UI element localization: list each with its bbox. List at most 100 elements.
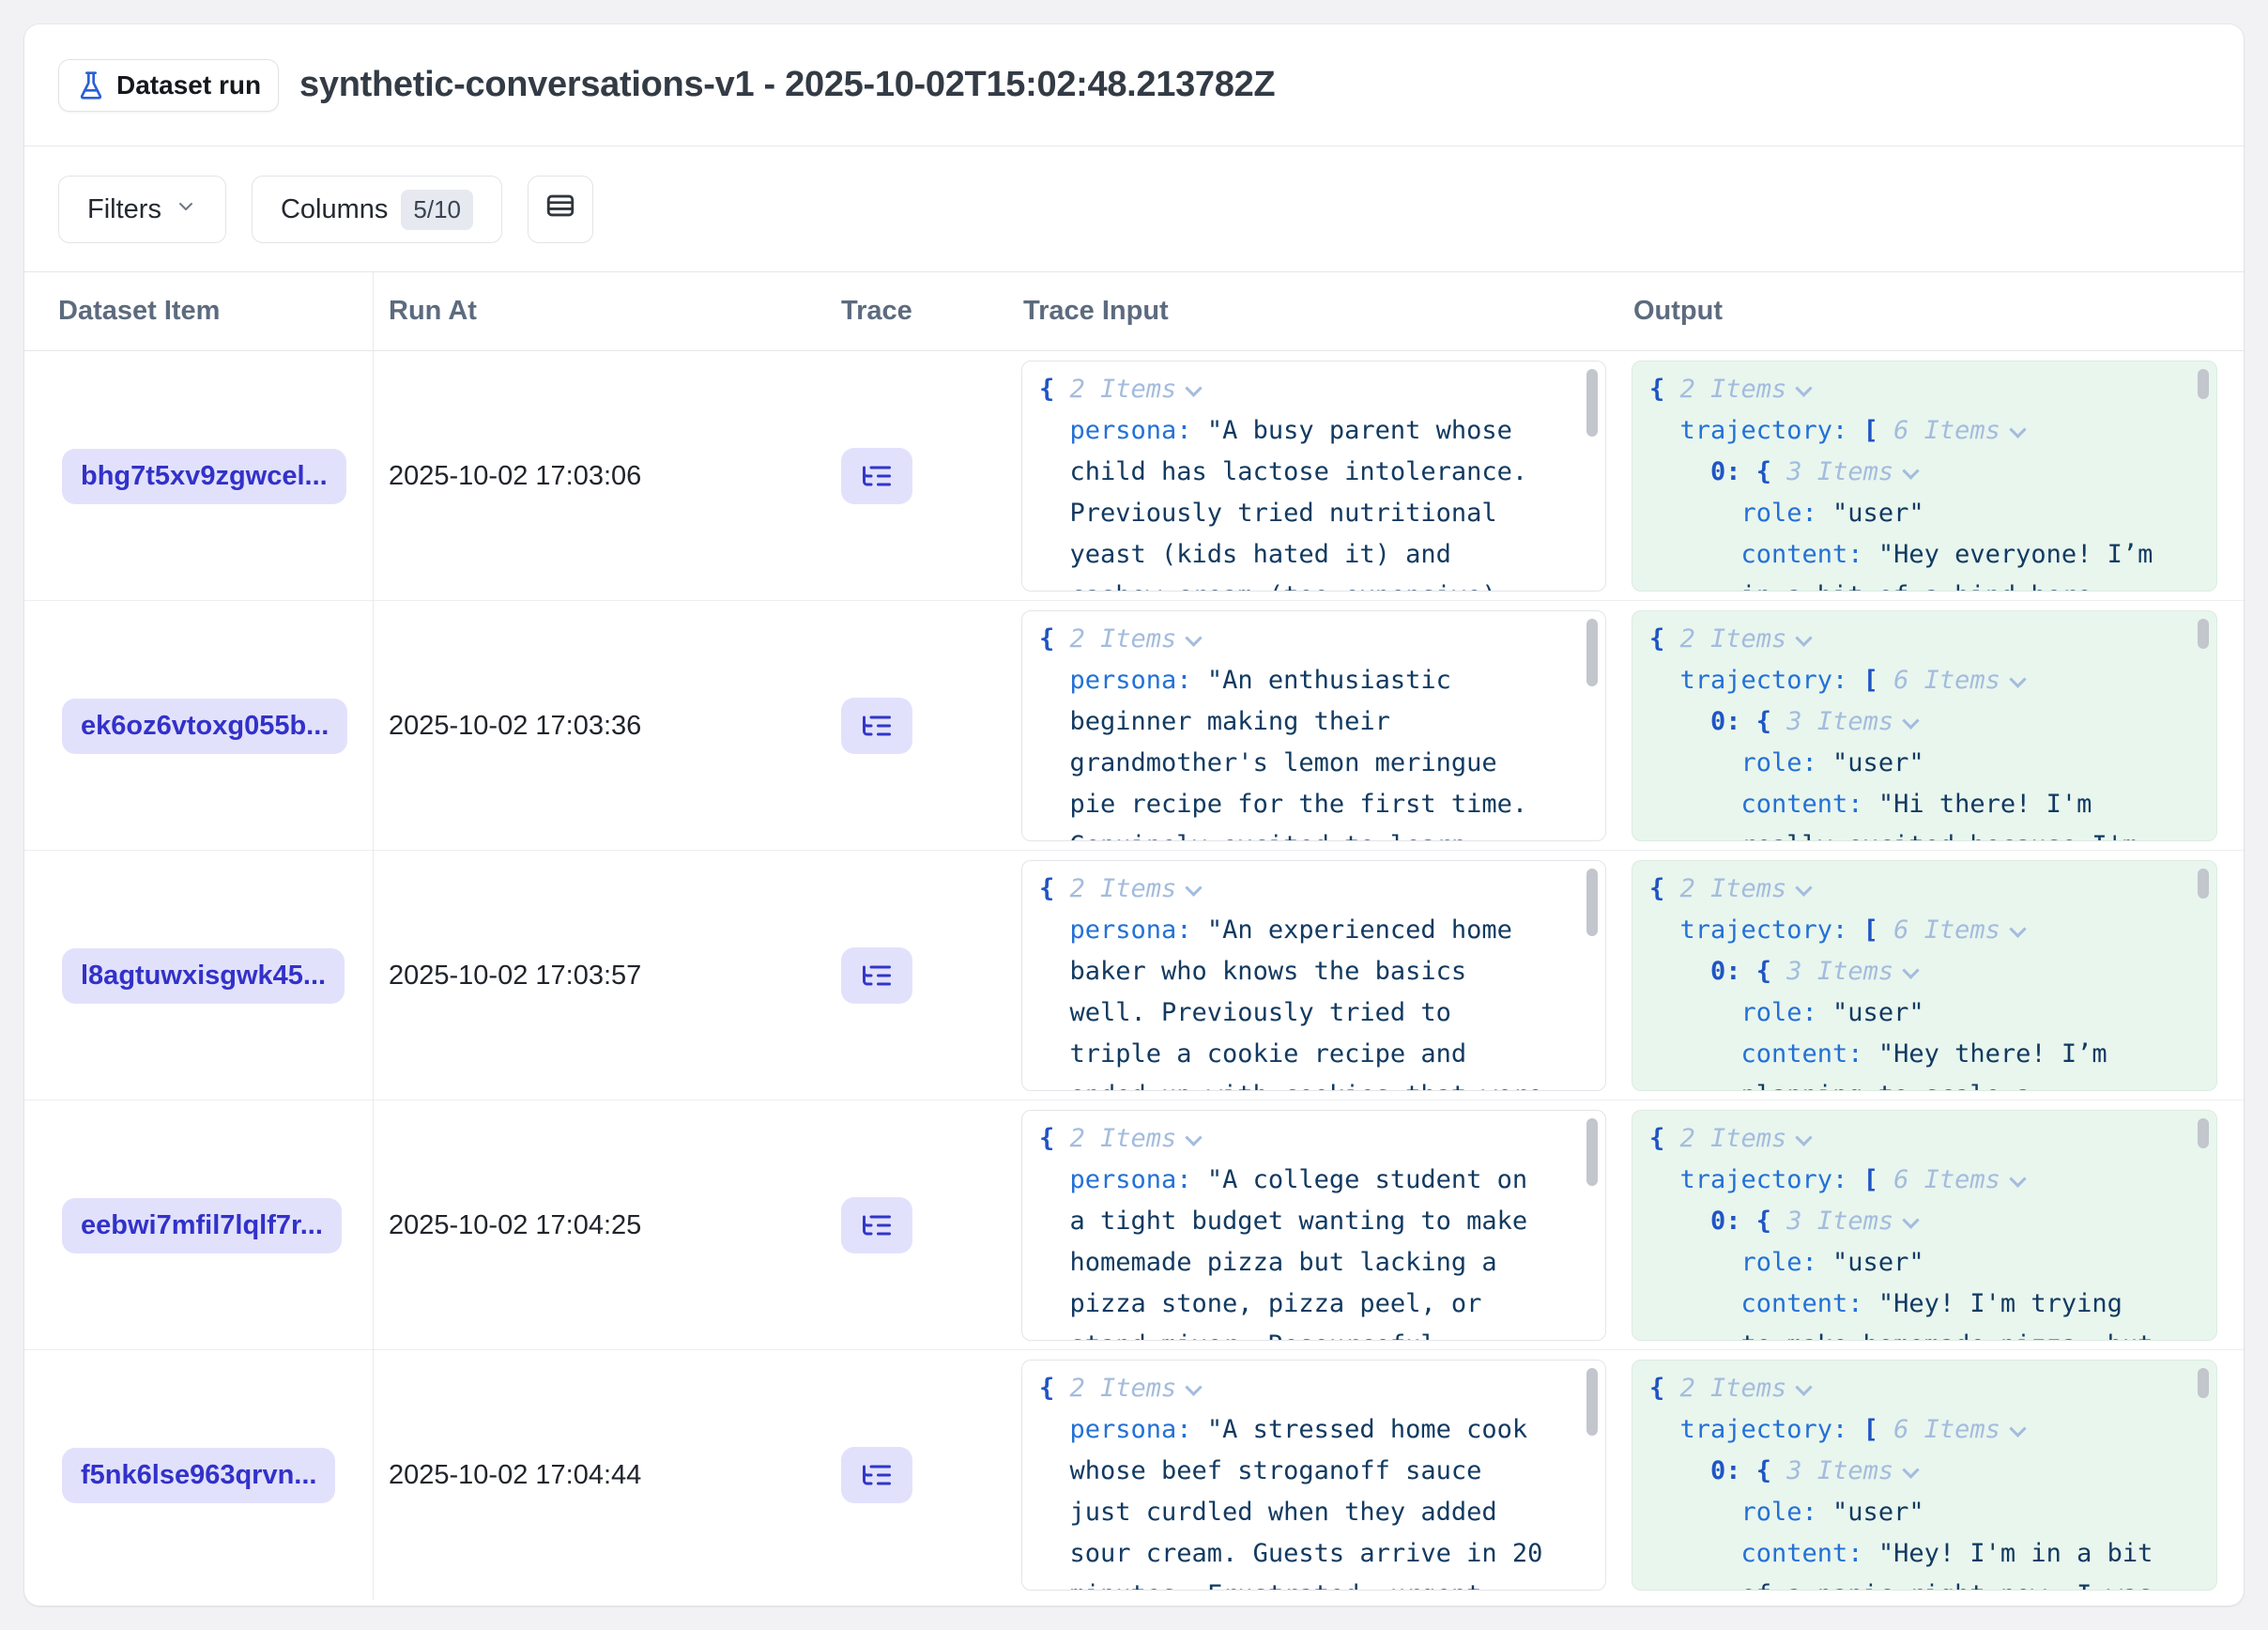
json-token-str: "Hey! I'm trying xyxy=(1878,1289,2122,1318)
scrollbar-thumb[interactable] xyxy=(2198,369,2209,399)
output-json-viewer[interactable]: { 2 Itemstrajectory: [ 6 Items0: { 3 Ite… xyxy=(1632,860,2217,1091)
cell-dataset-item: f5nk6lse963qrvn... xyxy=(24,1350,374,1600)
json-line: { 2 Items xyxy=(1649,1368,2199,1409)
json-token-brace: { xyxy=(1649,1374,1680,1403)
json-token-str: child has lactose intolerance. xyxy=(1070,457,1528,486)
trace-link-button[interactable] xyxy=(841,698,912,754)
json-line: yeast (kids hated it) and xyxy=(1039,534,1588,576)
json-content: { 2 Itemstrajectory: [ 6 Items0: { 3 Ite… xyxy=(1632,361,2216,592)
json-token-count: 3 Items xyxy=(1786,457,1893,486)
json-token-str: yeast (kids hated it) and xyxy=(1070,540,1451,569)
scrollbar-thumb[interactable] xyxy=(1586,869,1598,936)
list-tree-icon xyxy=(860,1458,894,1492)
json-token-key: content: xyxy=(1741,1039,1878,1069)
json-token-key: content: xyxy=(1741,1539,1878,1568)
trace-input-json-viewer[interactable]: { 2 Itemspersona: "A stressed home cookw… xyxy=(1021,1360,1606,1591)
collapse-chevron-icon[interactable] xyxy=(1186,379,1203,396)
cell-run-at: 2025-10-02 17:03:06 xyxy=(374,351,826,601)
scrollbar-thumb[interactable] xyxy=(1586,619,1598,686)
json-token-str: in a bit of a bind here xyxy=(1741,581,2092,592)
json-line: 0: { 3 Items xyxy=(1649,452,2199,493)
cell-trace-input: { 2 Itemspersona: "A college student ona… xyxy=(1008,1100,1620,1350)
cell-output: { 2 Itemstrajectory: [ 6 Items0: { 3 Ite… xyxy=(1620,1100,2244,1350)
collapse-chevron-icon[interactable] xyxy=(1796,879,1813,896)
list-tree-icon xyxy=(860,959,894,992)
table-body: bhg7t5xv9zgwcel... 2025-10-02 17:03:06 { 2… xyxy=(24,351,2244,1600)
trace-input-json-viewer[interactable]: { 2 Itemspersona: "An experienced homeba… xyxy=(1021,860,1606,1091)
json-token-brace: { xyxy=(1649,375,1680,404)
json-line: child has lactose intolerance. xyxy=(1039,452,1588,493)
scrollbar-thumb[interactable] xyxy=(2198,869,2209,899)
trace-input-json-viewer[interactable]: { 2 Itemspersona: "A college student ona… xyxy=(1021,1110,1606,1341)
dataset-item-badge[interactable]: bhg7t5xv9zgwcel... xyxy=(62,449,346,504)
scrollbar-thumb[interactable] xyxy=(1586,1118,1598,1186)
collapse-chevron-icon[interactable] xyxy=(1902,462,1919,479)
output-json-viewer[interactable]: { 2 Itemstrajectory: [ 6 Items0: { 3 Ite… xyxy=(1632,361,2217,592)
trace-input-json-viewer[interactable]: { 2 Itemspersona: "A busy parent whosech… xyxy=(1021,361,1606,592)
json-line: persona: "A college student on xyxy=(1039,1160,1588,1201)
collapse-chevron-icon[interactable] xyxy=(1902,1461,1919,1478)
collapse-chevron-icon[interactable] xyxy=(1796,1378,1813,1395)
collapse-chevron-icon[interactable] xyxy=(1902,712,1919,729)
trace-link-button[interactable] xyxy=(841,1447,912,1503)
trace-link-button[interactable] xyxy=(841,448,912,504)
collapse-chevron-icon[interactable] xyxy=(2009,1420,2026,1437)
column-header-trace-input: Trace Input xyxy=(1008,272,1620,350)
collapse-chevron-icon[interactable] xyxy=(1186,1129,1203,1146)
json-content: { 2 Itemspersona: "A busy parent whosech… xyxy=(1022,361,1605,592)
json-token-str: "user" xyxy=(1832,1248,1924,1277)
column-header-trace: Trace xyxy=(826,272,1008,350)
collapse-chevron-icon[interactable] xyxy=(2009,670,2026,687)
filters-button[interactable]: Filters xyxy=(58,176,226,243)
dataset-item-badge[interactable]: l8agtuwxisgwk45... xyxy=(62,948,345,1004)
trace-input-json-viewer[interactable]: { 2 Itemspersona: "An enthusiasticbeginn… xyxy=(1021,610,1606,841)
collapse-chevron-icon[interactable] xyxy=(2009,1170,2026,1187)
collapse-chevron-icon[interactable] xyxy=(1796,1129,1813,1146)
trace-link-button[interactable] xyxy=(841,1197,912,1253)
collapse-chevron-icon[interactable] xyxy=(1796,379,1813,396)
dataset-item-badge[interactable]: f5nk6lse963qrvn... xyxy=(62,1448,335,1503)
json-token-key: trajectory: xyxy=(1680,1415,1863,1444)
json-line: pie recipe for the first time. xyxy=(1039,784,1588,825)
json-token-brace: [ xyxy=(1863,1165,1894,1194)
collapse-chevron-icon[interactable] xyxy=(1796,629,1813,646)
collapse-chevron-icon[interactable] xyxy=(1186,1378,1203,1395)
json-line: ended up with cookies that were xyxy=(1039,1075,1588,1091)
output-json-viewer[interactable]: { 2 Itemstrajectory: [ 6 Items0: { 3 Ite… xyxy=(1632,1360,2217,1591)
columns-button[interactable]: Columns 5/10 xyxy=(252,176,502,243)
collapse-chevron-icon[interactable] xyxy=(2009,920,2026,937)
json-line: content: "Hey! I'm trying xyxy=(1649,1284,2199,1325)
collapse-chevron-icon[interactable] xyxy=(1186,629,1203,646)
dataset-item-badge[interactable]: ek6oz6vtoxg055b... xyxy=(62,699,347,754)
dataset-item-badge[interactable]: eebwi7mfil7lqlf7r... xyxy=(62,1198,342,1253)
scrollbar-thumb[interactable] xyxy=(2198,619,2209,649)
json-line: 0: { 3 Items xyxy=(1649,1451,2199,1492)
trace-link-button[interactable] xyxy=(841,947,912,1004)
json-token-brace: { xyxy=(1039,874,1070,903)
scrollbar-thumb[interactable] xyxy=(1586,369,1598,437)
dataset-run-badge[interactable]: Dataset run xyxy=(58,59,279,112)
json-token-str: cashew cream (too expensive) xyxy=(1070,581,1497,592)
scrollbar-thumb[interactable] xyxy=(2198,1118,2209,1148)
json-line: to make homemade pizza, but xyxy=(1649,1325,2199,1341)
json-token-idx: 0: xyxy=(1710,957,1756,986)
scrollbar-thumb[interactable] xyxy=(2198,1368,2209,1398)
scrollbar-thumb[interactable] xyxy=(1586,1368,1598,1436)
json-token-brace: [ xyxy=(1863,666,1894,695)
collapse-chevron-icon[interactable] xyxy=(2009,421,2026,438)
json-line: { 2 Items xyxy=(1649,619,2199,660)
json-token-count: 2 Items xyxy=(1070,1124,1177,1153)
json-content: { 2 Itemstrajectory: [ 6 Items0: { 3 Ite… xyxy=(1632,1361,2216,1591)
output-json-viewer[interactable]: { 2 Itemstrajectory: [ 6 Items0: { 3 Ite… xyxy=(1632,1110,2217,1341)
collapse-chevron-icon[interactable] xyxy=(1902,961,1919,978)
json-token-key: role: xyxy=(1741,1498,1833,1527)
json-content: { 2 Itemspersona: "An experienced homeba… xyxy=(1022,861,1605,1091)
collapse-chevron-icon[interactable] xyxy=(1902,1211,1919,1228)
json-token-str: to make homemade pizza, but xyxy=(1741,1330,2153,1341)
collapse-chevron-icon[interactable] xyxy=(1186,879,1203,896)
row-height-button[interactable] xyxy=(528,176,593,243)
json-token-str: baker who knows the basics xyxy=(1070,957,1467,986)
json-token-str: sour cream. Guests arrive in 20 xyxy=(1070,1539,1543,1568)
output-json-viewer[interactable]: { 2 Itemstrajectory: [ 6 Items0: { 3 Ite… xyxy=(1632,610,2217,841)
json-line: { 2 Items xyxy=(1649,369,2199,410)
